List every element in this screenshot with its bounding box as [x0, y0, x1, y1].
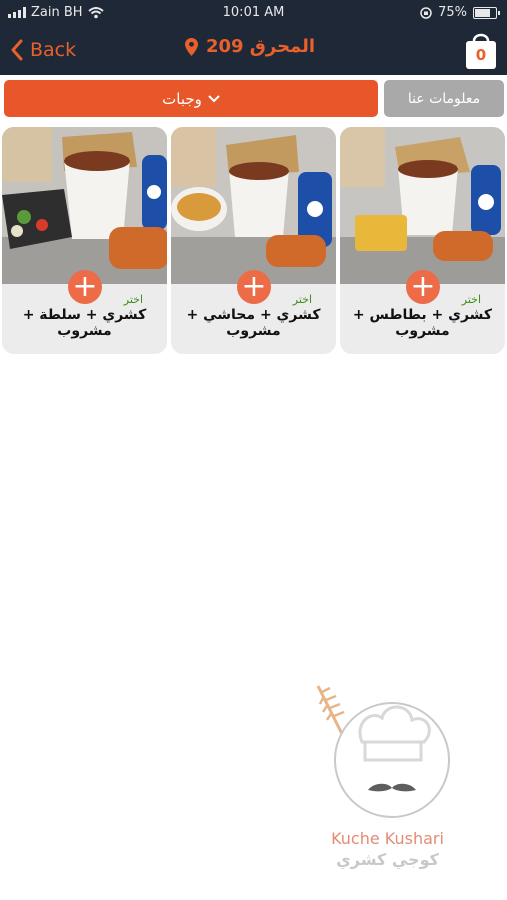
- choose-label: اختر: [461, 293, 481, 306]
- product-title: كشري + محاشي + مشروب: [186, 307, 321, 339]
- nav-bar: Back المحرق 209 0: [0, 26, 507, 75]
- branch-title: المحرق 209: [150, 36, 350, 57]
- cart-count: 0: [475, 46, 487, 64]
- choose-label: اختر: [123, 293, 143, 306]
- choose-label: اختر: [292, 293, 312, 306]
- chef-logo-icon: [316, 685, 450, 818]
- orientation-lock-icon: [420, 6, 432, 19]
- cart-button[interactable]: 0: [463, 29, 499, 71]
- status-bar: Zain BH 10:01 AM 75%: [0, 0, 507, 26]
- product-card[interactable]: + اختر كشري + محاشي + مشروب: [171, 127, 336, 354]
- category-tabs: وجبات معلومات عنا: [4, 80, 504, 117]
- tab-meals[interactable]: وجبات: [4, 80, 378, 117]
- product-image: [340, 127, 505, 284]
- back-label: Back: [30, 39, 77, 61]
- back-button[interactable]: Back: [10, 35, 76, 65]
- tab-meals-label: وجبات: [162, 89, 202, 108]
- brand-name-ar: كوجي كشري: [336, 850, 439, 869]
- tab-about-label: معلومات عنا: [407, 90, 481, 107]
- product-card[interactable]: + اختر كشري + بطاطس + مشروب: [340, 127, 505, 354]
- chevron-left-icon: [11, 39, 23, 61]
- brand-name-en: Kuche Kushari: [331, 829, 444, 848]
- chevron-down-icon: [208, 94, 220, 102]
- add-button[interactable]: +: [406, 270, 440, 304]
- app-header: Zain BH 10:01 AM 75% Back المحرق 209 0: [0, 0, 507, 75]
- status-right: 75%: [420, 5, 500, 20]
- product-image: [2, 127, 167, 284]
- branch-name: المحرق 209: [205, 36, 316, 57]
- brand-logo: Kuche Kushari كوجي كشري: [310, 682, 465, 877]
- add-button[interactable]: +: [237, 270, 271, 304]
- add-button[interactable]: +: [68, 270, 102, 304]
- tab-about[interactable]: معلومات عنا: [384, 80, 504, 117]
- battery-icon: [473, 6, 500, 19]
- product-list: + اختر كشري + بطاطس + مشروب + اختر كشري …: [2, 127, 505, 354]
- battery-percent: 75%: [438, 5, 467, 20]
- product-title: كشري + سلطة + مشروب: [22, 307, 147, 339]
- location-pin-icon: [184, 37, 198, 56]
- product-title: كشري + بطاطس + مشروب: [352, 307, 493, 339]
- product-image: [171, 127, 336, 284]
- product-card[interactable]: + اختر كشري + سلطة + مشروب: [2, 127, 167, 354]
